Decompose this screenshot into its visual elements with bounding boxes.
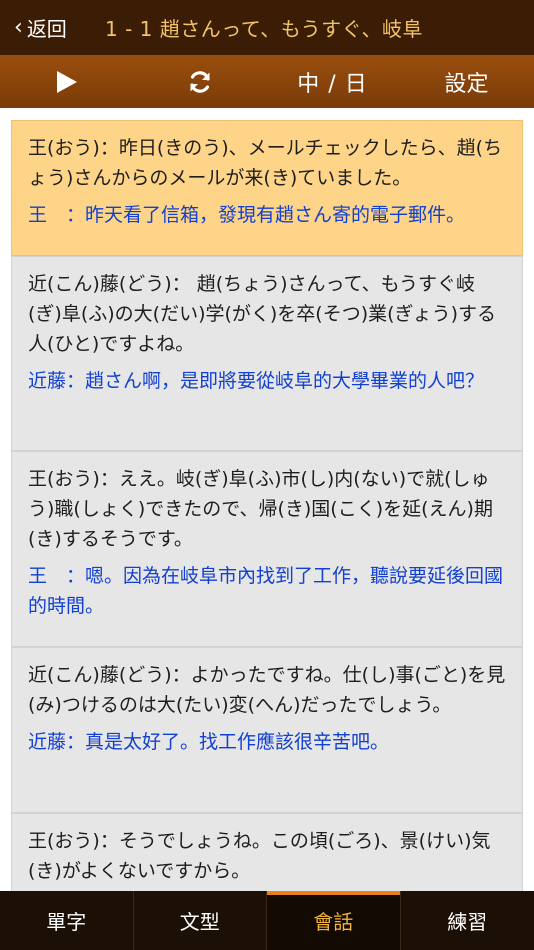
dialogue-item[interactable]: 近(こん)藤(どう)：よかったですね。仕(し)事(ごと)を見(み)つけるのは大(… bbox=[11, 647, 523, 813]
chinese-translation: 王 ：昨天看了信箱，發現有趙さん寄的電子郵件。 bbox=[28, 204, 466, 226]
title-bar: ‹ 返回 1 - 1 趙さんって、もうすぐ、岐阜 bbox=[0, 0, 534, 55]
chinese-translation: 近藤：真是太好了。找工作應該很辛苦吧。 bbox=[28, 731, 390, 753]
tab-vocabulary[interactable]: 單字 bbox=[0, 891, 134, 950]
back-button[interactable]: ‹ 返回 bbox=[0, 0, 95, 55]
repeat-icon bbox=[189, 70, 210, 93]
settings-button[interactable]: 設定 bbox=[399, 55, 534, 108]
chevron-left-icon: ‹ bbox=[14, 14, 23, 40]
japanese-line: 王(おう)：昨日(きのう)、メールチェックしたら、趙(ちょう)さんからのメールが… bbox=[28, 137, 503, 189]
toolbar: 中 / 日 設定 bbox=[0, 55, 534, 108]
japanese-line: 王(おう)：そうでしょうね。この頃(ごろ)、景(けい)気(き)がよくないですから… bbox=[28, 830, 491, 882]
dialogue-item[interactable]: 王(おう)：昨日(きのう)、メールチェックしたら、趙(ちょう)さんからのメールが… bbox=[11, 120, 523, 256]
bottom-tab-bar: 單字 文型 會話 練習 bbox=[0, 891, 534, 950]
dialogue-item[interactable]: 近(こん)藤(どう)： 趙(ちょう)さんって、もうすぐ岐(ぎ)阜(ふ)の大(だい… bbox=[11, 256, 523, 451]
page-title: 1 - 1 趙さんって、もうすぐ、岐阜 bbox=[105, 17, 424, 41]
repeat-button[interactable] bbox=[133, 55, 266, 108]
dialogue-list[interactable]: 王(おう)：昨日(きのう)、メールチェックしたら、趙(ちょう)さんからのメールが… bbox=[0, 108, 534, 891]
back-label: 返回 bbox=[26, 17, 67, 41]
tab-conversation[interactable]: 會話 bbox=[267, 891, 401, 950]
chinese-translation: 近藤：趙さん啊，是即將要從岐阜的大學畢業的人吧？ bbox=[28, 370, 485, 392]
play-button[interactable] bbox=[0, 55, 133, 108]
japanese-line: 近(こん)藤(どう)： 趙(ちょう)さんって、もうすぐ岐(ぎ)阜(ふ)の大(だい… bbox=[28, 273, 497, 355]
chinese-translation: 王 ：嗯。因為在岐阜市內找到了工作，聽說要延後回國的時間。 bbox=[28, 565, 504, 617]
dialogue-item[interactable]: 王(おう)：ええ。岐(ぎ)阜(ふ)市(し)内(ない)で就(しゅう)職(しょく)で… bbox=[11, 451, 523, 647]
tab-sentence-patterns[interactable]: 文型 bbox=[134, 891, 267, 950]
language-toggle-button[interactable]: 中 / 日 bbox=[266, 55, 399, 108]
japanese-line: 近(こん)藤(どう)：よかったですね。仕(し)事(ごと)を見(み)つけるのは大(… bbox=[28, 664, 506, 716]
tab-practice[interactable]: 練習 bbox=[401, 891, 534, 950]
play-icon bbox=[56, 70, 77, 93]
japanese-line: 王(おう)：ええ。岐(ぎ)阜(ふ)市(し)内(ない)で就(しゅう)職(しょく)で… bbox=[28, 468, 493, 550]
dialogue-item[interactable]: 王(おう)：そうでしょうね。この頃(ごろ)、景(けい)気(き)がよくないですから… bbox=[11, 813, 523, 891]
